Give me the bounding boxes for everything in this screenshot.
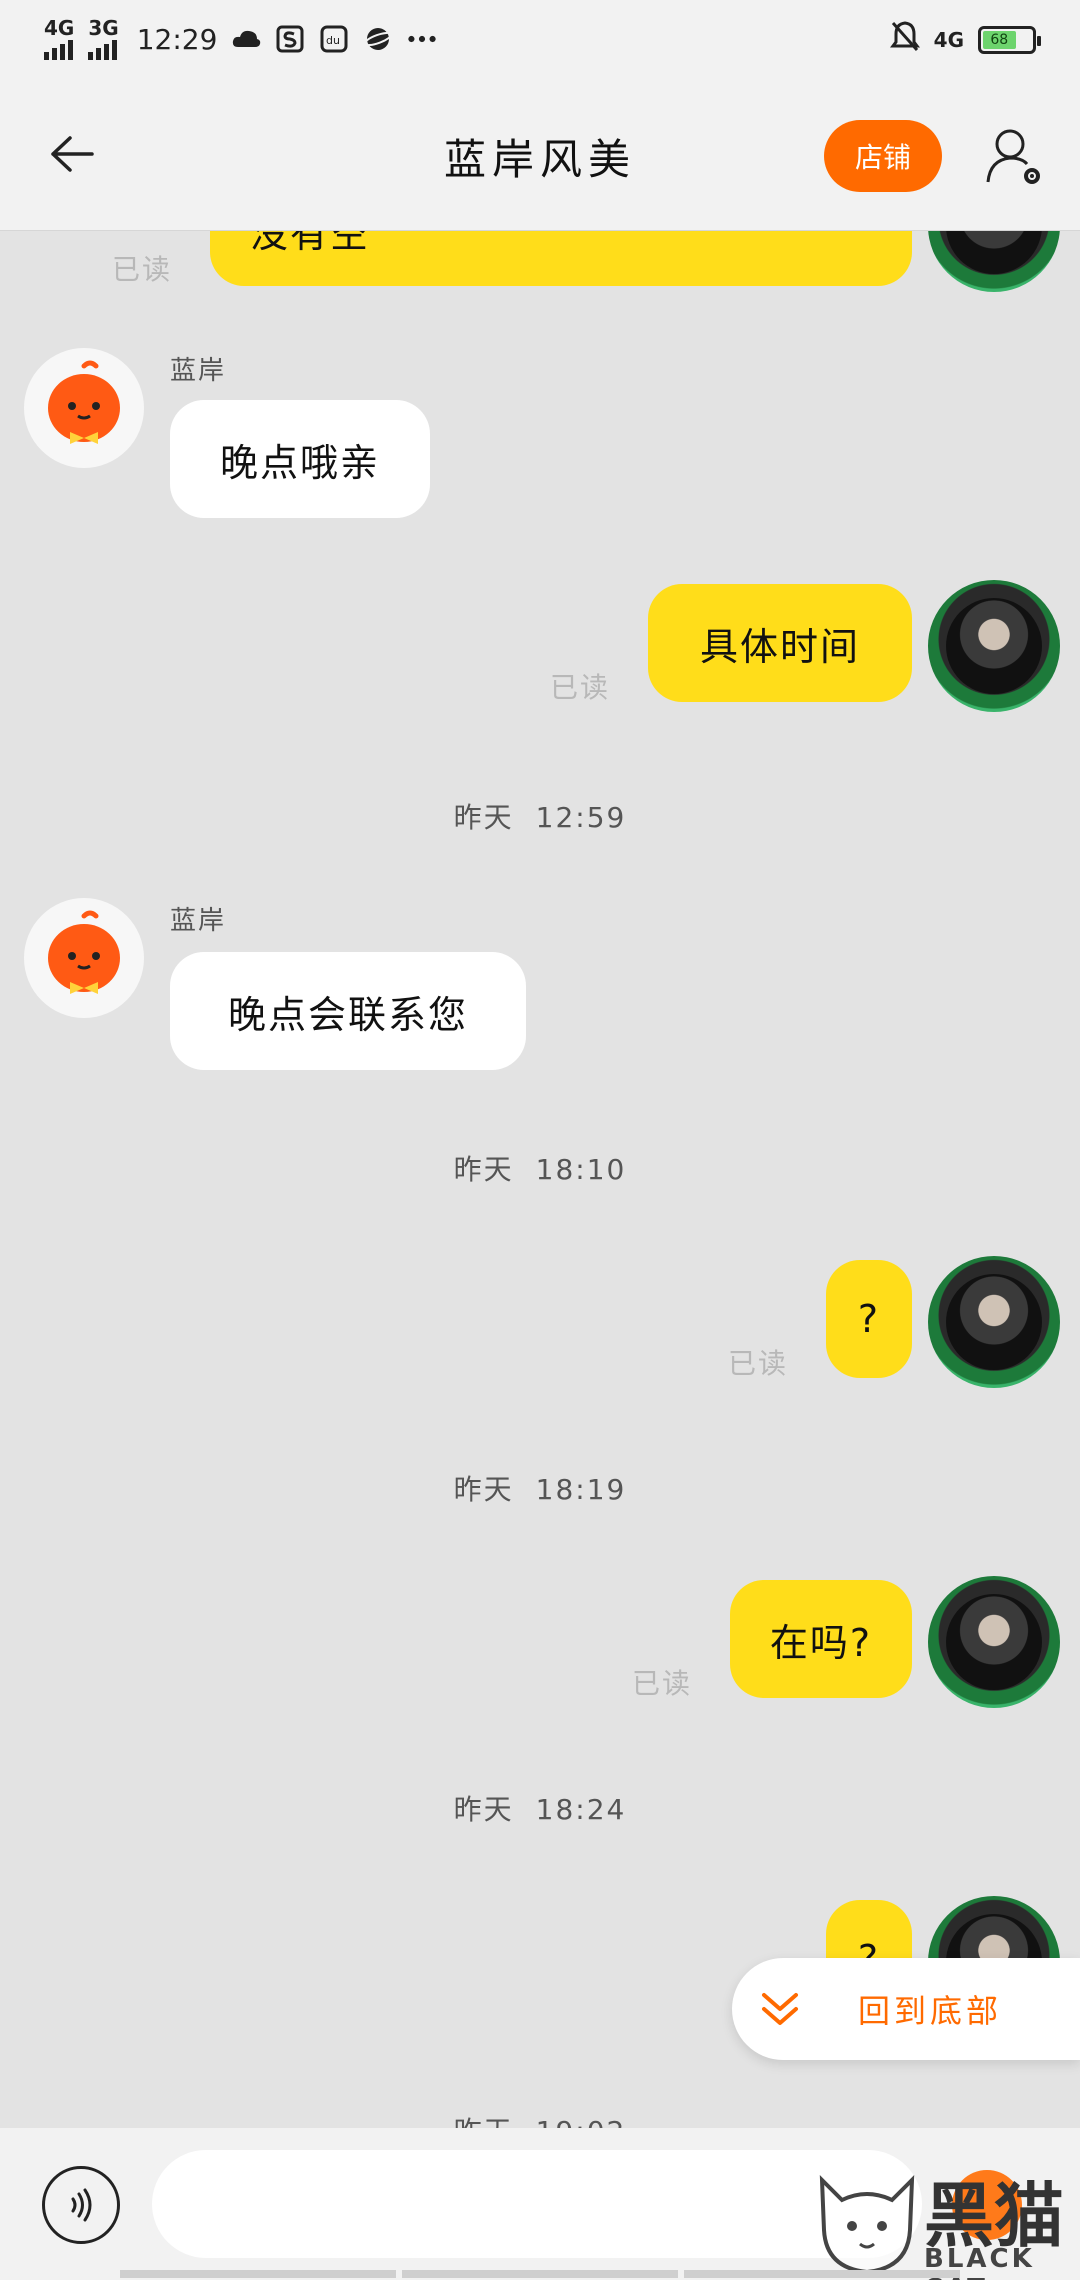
timestamp-day: 昨天: [453, 1153, 514, 1186]
timestamp-day: 昨天: [454, 2115, 514, 2128]
black-cat-watermark: 黑猫 BLACK CAT: [812, 2160, 1080, 2280]
sender-name: 蓝岸: [170, 356, 227, 386]
timestamp-separator: 昨天 18:10: [0, 1148, 1080, 1188]
pumpkin-avatar-icon: [48, 360, 120, 444]
my-avatar[interactable]: [928, 230, 1060, 292]
outgoing-message[interactable]: 具体时间: [648, 584, 912, 702]
bottom-divider: [120, 2270, 960, 2278]
timestamp-time: 18:24: [535, 1793, 627, 1826]
signal-strength-2-icon: 3G: [88, 16, 119, 60]
battery-level: 68: [983, 30, 1016, 49]
signal1-label: 4G: [44, 16, 75, 40]
incoming-message[interactable]: 晚点会联系您: [170, 952, 526, 1070]
shop-avatar[interactable]: [24, 898, 144, 1018]
message-text: 晚点会联系您: [227, 992, 468, 1037]
user-settings-icon: [986, 129, 1040, 184]
chat-header: 蓝岸风美 店铺: [0, 82, 1080, 231]
message-text: 没有空: [250, 230, 371, 256]
timestamp-day: 昨天: [453, 1793, 514, 1826]
bell-muted-icon: [889, 20, 920, 59]
message-text: 晚点哦亲: [219, 440, 380, 485]
back-to-bottom-label: 回到底部: [858, 1992, 1003, 2030]
signal2-label: 3G: [88, 16, 119, 40]
back-to-bottom-button[interactable]: 回到底部: [732, 1958, 1080, 2060]
timestamp-separator: 昨天 18:19: [0, 1468, 1080, 1508]
timestamp-day: 昨天: [453, 801, 514, 834]
chat-history[interactable]: 没有空 已读 蓝岸 晚点哦亲 已读 具体时间 昨天 12:59 蓝岸 晚点会联系…: [0, 230, 1080, 2128]
network-label: 4G: [933, 27, 964, 52]
read-receipt: 已读: [550, 671, 611, 704]
incoming-message[interactable]: 晚点哦亲: [170, 400, 430, 518]
planet-app-icon: [363, 24, 393, 54]
my-avatar[interactable]: [928, 1256, 1060, 1388]
outgoing-message[interactable]: 在吗?: [730, 1580, 912, 1698]
outgoing-message[interactable]: ?: [826, 1260, 912, 1378]
timestamp-day: 昨天: [453, 1473, 514, 1506]
status-left: 4G 3G 12:29 du: [44, 18, 437, 60]
user-settings-button[interactable]: [978, 120, 1050, 192]
read-receipt: 已读: [632, 1667, 693, 1700]
battery-icon: 68: [978, 25, 1041, 54]
timestamp-separator: 昨天 18:24: [0, 1788, 1080, 1828]
more-notifications-icon: [407, 24, 437, 54]
status-bar: 4G 3G 12:29 du 4G 68: [0, 0, 1080, 82]
shop-avatar[interactable]: [24, 348, 144, 468]
sender-name: 蓝岸: [170, 906, 227, 936]
timestamp-time: 19:02: [536, 2115, 627, 2128]
shop-button[interactable]: 店铺: [824, 120, 942, 192]
read-receipt: 已读: [112, 253, 173, 286]
message-text: 在吗?: [769, 1620, 873, 1665]
my-avatar[interactable]: [928, 1576, 1060, 1708]
timestamp-separator: 昨天 12:59: [0, 796, 1080, 836]
voice-input-button[interactable]: [42, 2166, 120, 2244]
timestamp-separator: 昨天 19:02: [0, 2110, 1080, 2128]
pumpkin-avatar-icon: [48, 910, 120, 994]
svg-text:du: du: [326, 34, 340, 47]
outgoing-message[interactable]: 没有空: [210, 230, 912, 286]
cat-logo-icon: [819, 2174, 915, 2275]
message-text: ?: [857, 1297, 881, 1341]
read-receipt: 已读: [728, 1347, 789, 1380]
battery-percent: 68: [990, 31, 1009, 48]
clock: 12:29: [136, 22, 218, 56]
chevron-double-down-icon: [762, 1993, 798, 2025]
signal-strength-icon: 4G: [44, 18, 74, 60]
du-app-icon: du: [319, 24, 349, 54]
timestamp-time: 18:10: [535, 1153, 627, 1186]
voice-icon: [71, 2188, 92, 2222]
s-app-icon: [275, 24, 305, 54]
my-avatar[interactable]: [928, 580, 1060, 712]
status-right: 4G 68: [889, 20, 1041, 59]
timestamp-time: 18:19: [535, 1473, 627, 1506]
timestamp-time: 12:59: [535, 801, 627, 834]
cloud-app-icon: [231, 24, 261, 54]
message-text: 具体时间: [699, 624, 860, 669]
message-input[interactable]: [152, 2150, 922, 2258]
